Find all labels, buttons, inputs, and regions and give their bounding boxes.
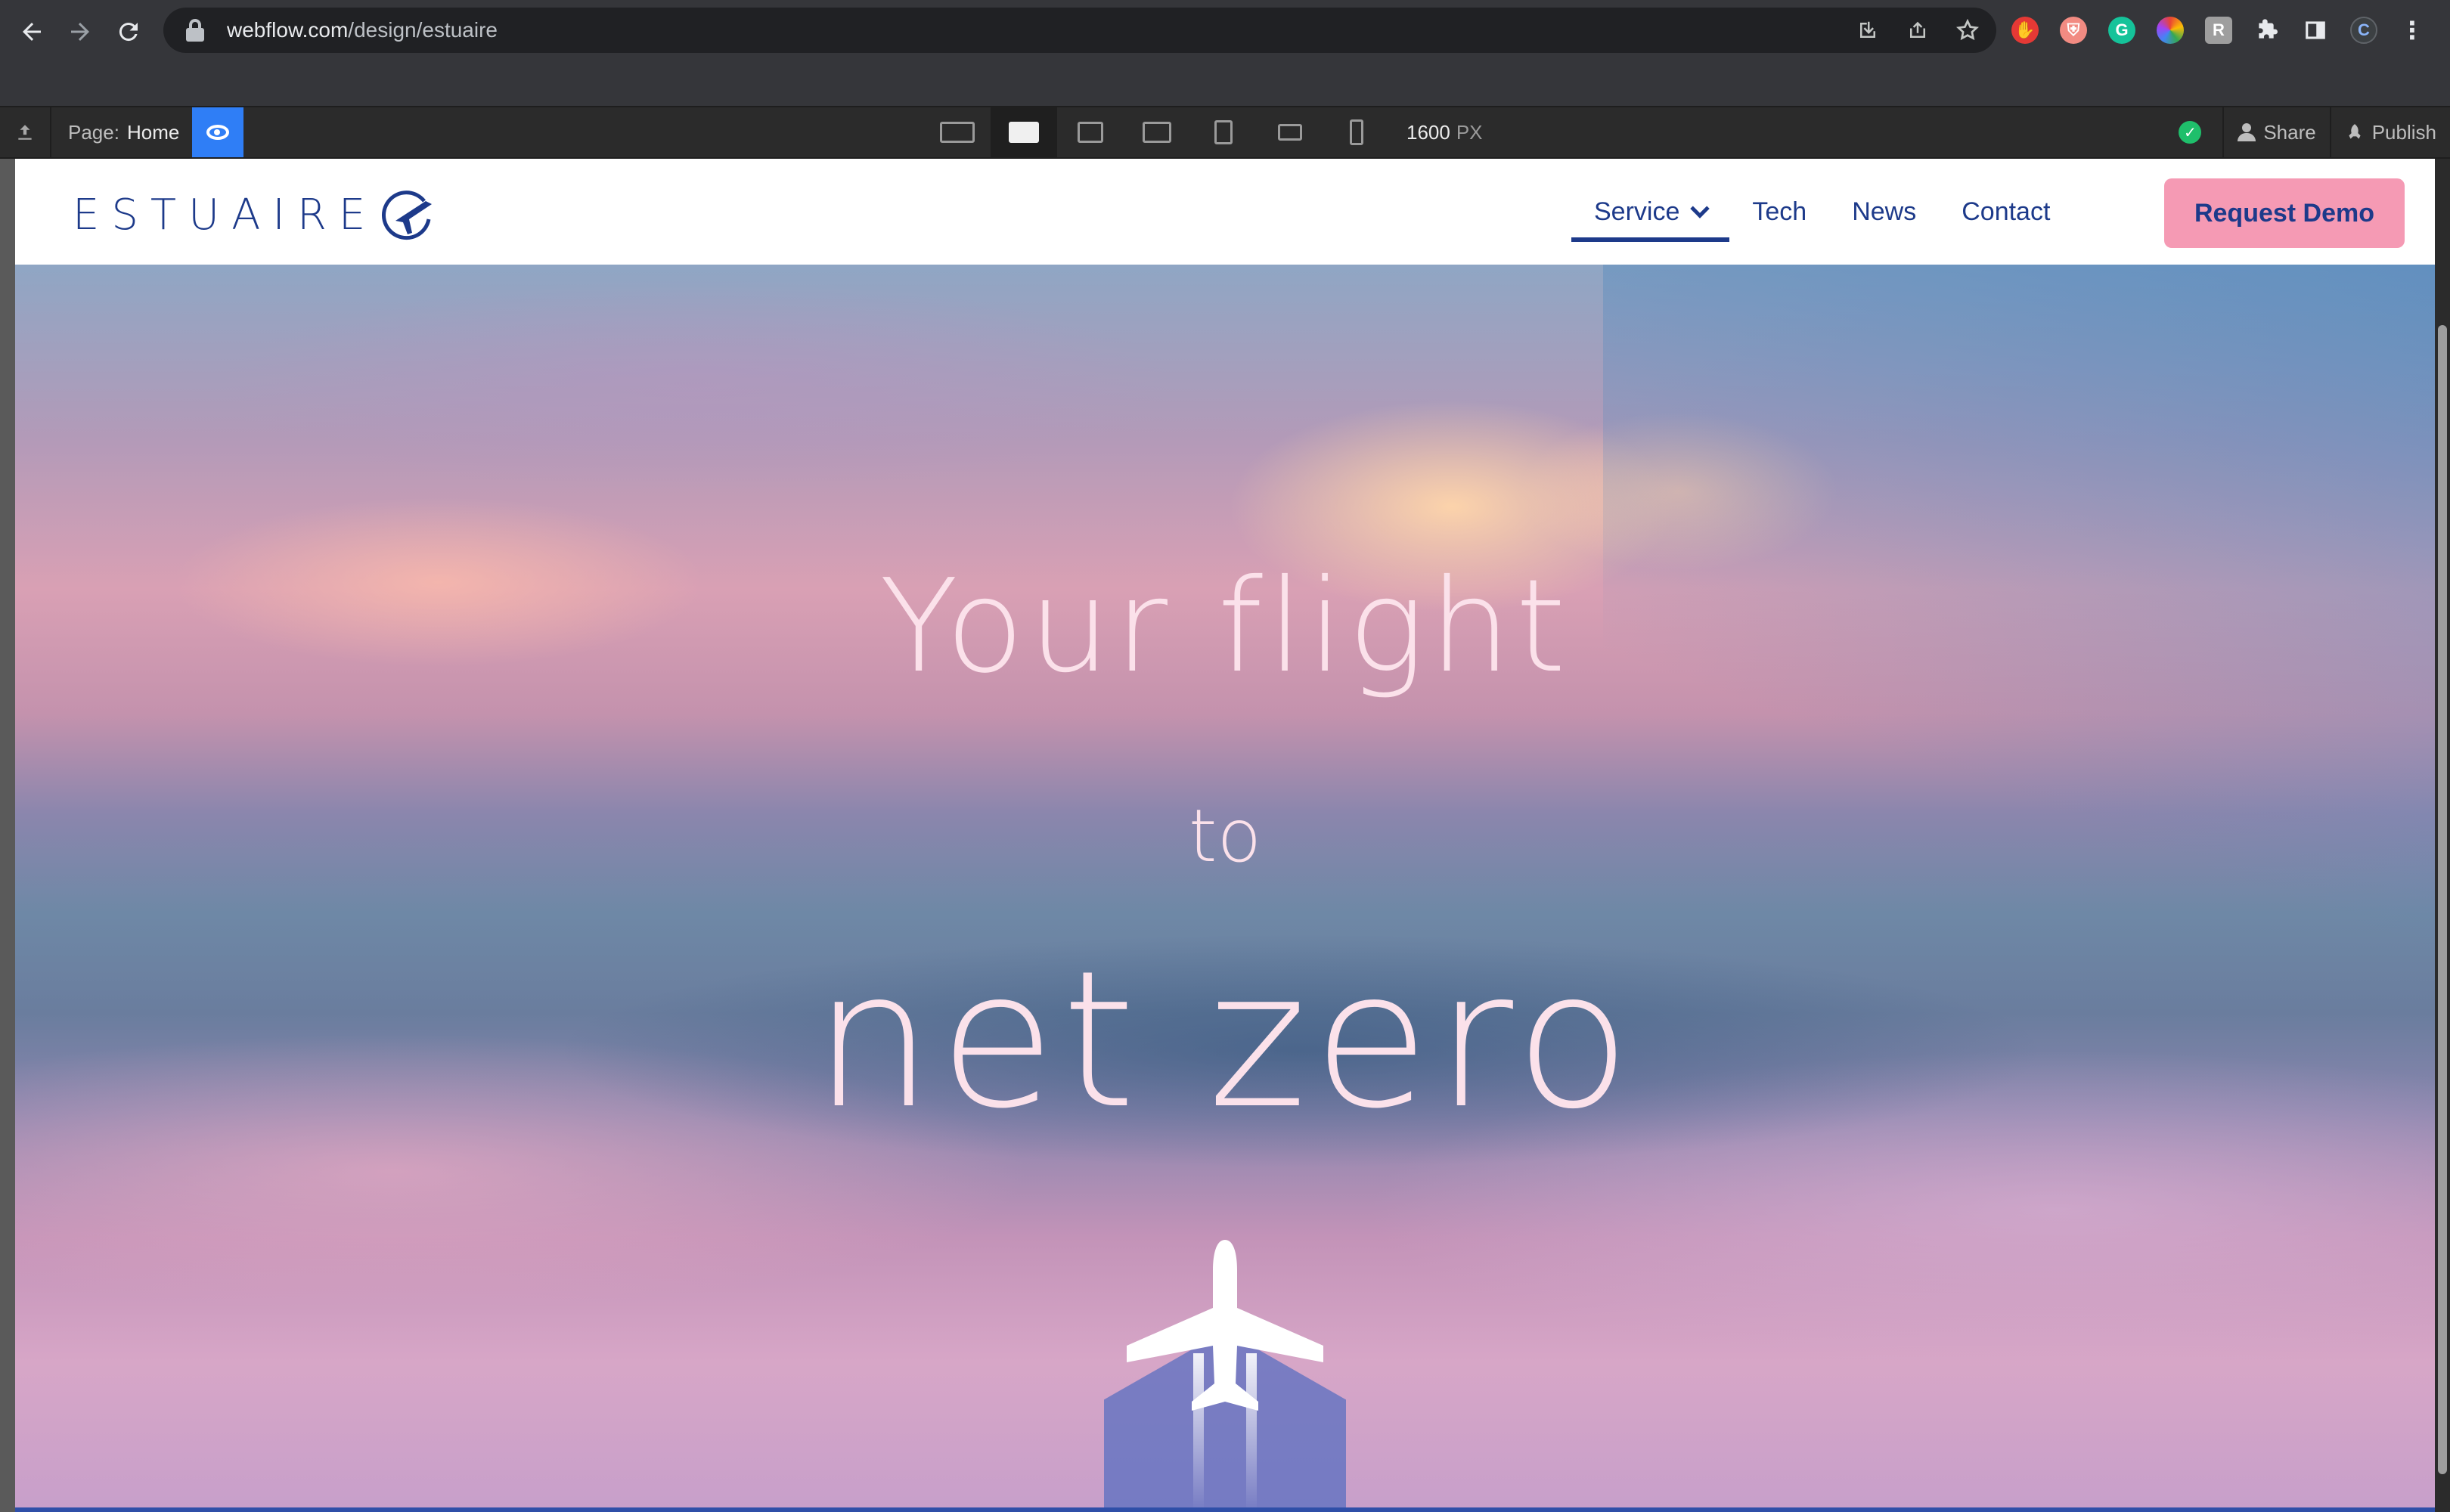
page-selector[interactable]: Page: Home <box>51 107 198 157</box>
grammarly-extension-icon[interactable]: G <box>2108 17 2135 44</box>
breakpoint-switcher <box>924 107 1390 157</box>
site-navbar: ESTUAIRE Service Tech News Contact Reque… <box>15 159 2435 265</box>
request-demo-button[interactable]: Request Demo <box>2164 178 2405 248</box>
breakpoint-mobile-landscape-icon[interactable] <box>1257 107 1323 157</box>
reload-icon[interactable] <box>107 11 150 53</box>
designer-canvas: ESTUAIRE Service Tech News Contact Reque… <box>0 159 2450 1512</box>
url-path: /design/estuaire <box>348 18 498 42</box>
nav-news-link[interactable]: News <box>1829 159 1939 265</box>
color-picker-extension-icon[interactable] <box>2157 17 2184 44</box>
hero-headline-line1: Your flight <box>879 552 1571 702</box>
back-icon[interactable] <box>11 11 53 53</box>
canvas-width-readout[interactable]: 1600 PX <box>1406 107 1483 157</box>
chevron-down-icon <box>1690 199 1710 218</box>
readwise-extension-icon[interactable]: R <box>2205 17 2232 44</box>
side-panel-icon[interactable] <box>2302 17 2329 44</box>
nav-tech-link[interactable]: Tech <box>1729 159 1829 265</box>
preview-eye-icon[interactable] <box>192 107 243 157</box>
canvas-width-unit: PX <box>1456 120 1483 144</box>
breakpoint-tablet-icon[interactable] <box>1190 107 1257 157</box>
hero-bottom-edge <box>15 1507 2435 1512</box>
brand-wordmark: ESTUAIRE <box>73 190 378 240</box>
hero-headline-line3: net zero <box>813 930 1637 1150</box>
share-label: Share <box>2263 120 2316 144</box>
brand-plane-mark-icon <box>382 191 433 240</box>
shield-extension-icon[interactable]: ⛨ <box>2060 17 2087 44</box>
canvas-width-value: 1600 <box>1406 120 1450 144</box>
publish-button[interactable]: Publish <box>2329 107 2450 157</box>
url-host: webflow.com <box>227 18 349 42</box>
hero-section: Your flight to net zero <box>15 265 2435 1512</box>
publish-label: Publish <box>2371 120 2436 144</box>
site-preview: ESTUAIRE Service Tech News Contact Reque… <box>15 159 2435 1512</box>
breakpoint-custom-icon[interactable] <box>1124 107 1190 157</box>
brand-logo[interactable]: ESTUAIRE <box>73 184 436 245</box>
page-name: Home <box>126 120 180 144</box>
person-icon <box>2238 123 2256 141</box>
install-icon[interactable] <box>1854 17 1881 44</box>
forward-icon[interactable] <box>59 11 101 53</box>
adblock-extension-icon[interactable]: ✋ <box>2011 17 2039 44</box>
breakpoint-xxl-icon[interactable] <box>924 107 991 157</box>
canvas-scroll-thumb[interactable] <box>2438 325 2447 1474</box>
export-icon[interactable] <box>0 107 51 157</box>
url-text[interactable]: webflow.com/design/estuaire <box>227 18 498 42</box>
designer-top-bar: Page: Home 1600 PX ✓ Share Publish <box>0 106 2450 159</box>
lock-icon[interactable] <box>186 19 204 42</box>
extensions-puzzle-icon[interactable] <box>2253 17 2281 44</box>
browser-toolbar: webflow.com/design/estuaire ✋ ⛨ G R C ⋮ <box>0 0 2450 106</box>
share-button[interactable]: Share <box>2222 107 2329 157</box>
share-icon[interactable] <box>1904 17 1931 44</box>
address-bar[interactable]: webflow.com/design/estuaire <box>163 8 1996 53</box>
nav-service-dropdown[interactable]: Service <box>1571 159 1730 265</box>
saved-check-icon: ✓ <box>2179 121 2202 144</box>
chrome-menu-icon[interactable]: ⋮ <box>2399 17 2426 44</box>
site-nav-links: Service Tech News Contact <box>1571 159 2073 265</box>
profile-avatar[interactable]: C <box>2350 17 2377 44</box>
page-label: Page: <box>68 120 119 144</box>
breakpoint-laptop-icon[interactable] <box>1057 107 1124 157</box>
extensions-bar: ✋ ⛨ G R C ⋮ <box>2011 8 2426 53</box>
breakpoint-mobile-portrait-icon[interactable] <box>1323 107 1390 157</box>
nav-contact-link[interactable]: Contact <box>1939 159 2073 265</box>
breakpoint-desktop-icon[interactable] <box>991 107 1057 157</box>
hero-headline-line2: to <box>1188 794 1262 878</box>
rocket-icon <box>2349 124 2361 139</box>
nav-service-label: Service <box>1594 197 1680 226</box>
star-icon[interactable] <box>1954 17 1981 44</box>
airplane-icon <box>1104 1240 1346 1512</box>
